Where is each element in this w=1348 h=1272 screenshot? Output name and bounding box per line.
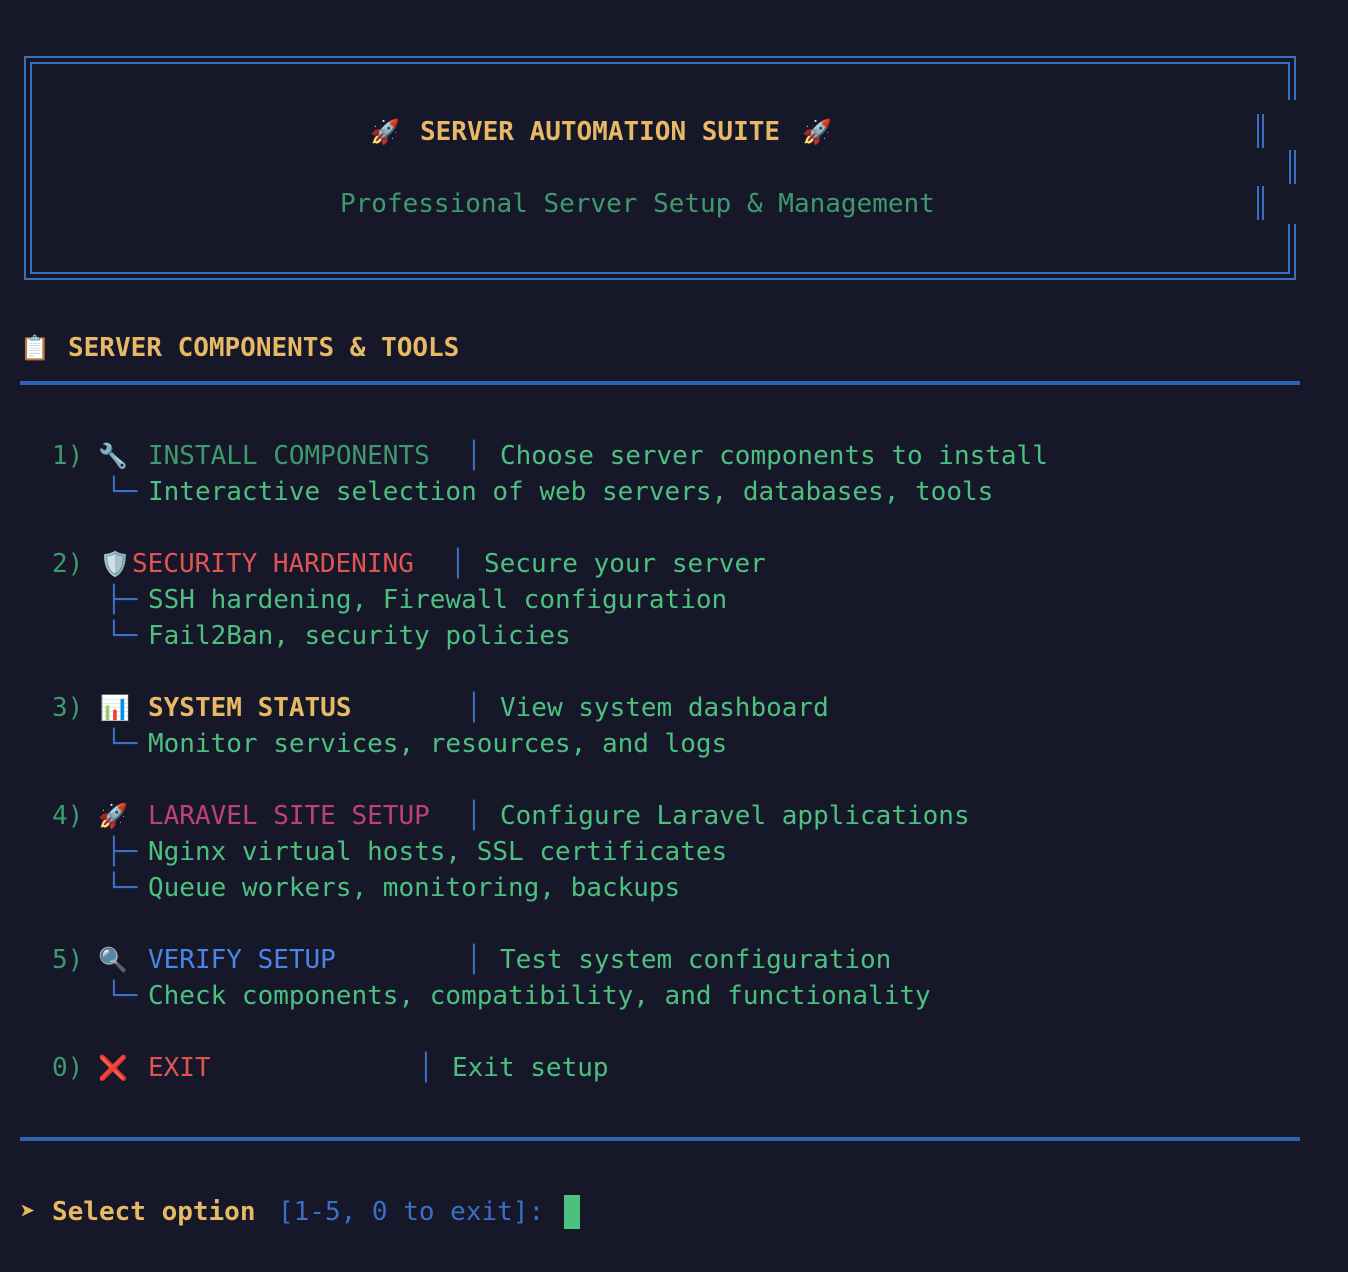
header-box-fragment (1257, 114, 1259, 148)
menu-detail-text: Check components, compatibility, and fun… (148, 981, 931, 1011)
app-title: SERVER AUTOMATION SUITE (420, 117, 781, 147)
tree-branch: └─ (106, 873, 138, 903)
prompt-label: Select option (52, 1197, 256, 1227)
menu-detail-text: Nginx virtual hosts, SSL certificates (148, 837, 728, 867)
header-box-fragment (1257, 186, 1259, 220)
rocket-icon: 🚀 (370, 118, 400, 146)
menu-description: Test system configuration (500, 945, 892, 975)
menu-detail: └─ Interactive selection of web servers,… (52, 474, 1252, 510)
menu-number: 4) (52, 801, 84, 831)
section-title: SERVER COMPONENTS & TOOLS (68, 333, 460, 363)
menu-item-laravel[interactable]: 4) 🚀 LARAVEL SITE SETUP │ Configure Lara… (52, 798, 1252, 834)
wrench-icon: 🔧 (98, 442, 128, 470)
tree-branch: ├─ (106, 837, 138, 867)
header-box-inner-border (30, 62, 1290, 274)
bar-chart-icon: 📊 (100, 694, 130, 722)
prompt-range: [1-5, 0 to exit]: (278, 1197, 545, 1227)
section-top-rule (20, 381, 1300, 385)
clipboard-icon: 📋 (20, 334, 50, 362)
section-heading: 📋 SERVER COMPONENTS & TOOLS (20, 330, 459, 366)
menu-separator: │ (466, 945, 482, 975)
shield-icon: 🛡️ (100, 550, 130, 578)
menu-detail: └─ Fail2Ban, security policies (52, 618, 1252, 654)
tree-branch: └─ (106, 981, 138, 1011)
header-box-fragment (1262, 114, 1264, 148)
cross-icon: ❌ (98, 1054, 128, 1082)
menu-item-label: LARAVEL SITE SETUP (148, 801, 430, 831)
menu-number: 3) (52, 693, 84, 723)
prompt-arrow-icon: ➤ (20, 1197, 36, 1227)
menu-item-label: SYSTEM STATUS (148, 693, 352, 723)
menu-item-install[interactable]: 1) 🔧 INSTALL COMPONENTS │ Choose server … (52, 438, 1252, 474)
menu-description: Exit setup (452, 1053, 609, 1083)
tree-branch: └─ (106, 621, 138, 651)
menu-description: Secure your server (484, 549, 766, 579)
menu-separator: │ (466, 693, 482, 723)
menu-number: 2) (52, 549, 84, 579)
menu-separator: │ (450, 549, 466, 579)
menu-detail: └─ Monitor services, resources, and logs (52, 726, 1252, 762)
menu-description: Choose server components to install (500, 441, 1048, 471)
menu-detail-text: Interactive selection of web servers, da… (148, 477, 994, 507)
menu-item-verify[interactable]: 5) 🔍 VERIFY SETUP │ Test system configur… (52, 942, 1252, 978)
magnifier-icon: 🔍 (98, 946, 128, 974)
header-box-fragment (1262, 186, 1264, 220)
menu-detail-text: Queue workers, monitoring, backups (148, 873, 681, 903)
menu-detail-text: Monitor services, resources, and logs (148, 729, 728, 759)
menu-item-security[interactable]: 2) 🛡️ SECURITY HARDENING │ Secure your s… (52, 546, 1252, 582)
menu-item-exit[interactable]: 0) ❌ EXIT │ Exit setup (52, 1050, 1252, 1086)
header-box-fragment (1289, 150, 1291, 184)
menu-separator: │ (466, 801, 482, 831)
menu-detail: └─ Queue workers, monitoring, backups (52, 870, 1252, 906)
rocket-icon: 🚀 (98, 802, 128, 830)
menu-number: 1) (52, 441, 84, 471)
menu-item-status[interactable]: 3) 📊 SYSTEM STATUS │ View system dashboa… (52, 690, 1252, 726)
input-cursor[interactable] (564, 1195, 580, 1229)
menu-detail: └─ Check components, compatibility, and … (52, 978, 1252, 1014)
tree-branch: ├─ (106, 585, 138, 615)
app-subtitle: Professional Server Setup & Management (340, 189, 935, 219)
menu-number: 0) (52, 1053, 84, 1083)
menu-description: View system dashboard (500, 693, 829, 723)
rocket-icon: 🚀 (802, 118, 832, 146)
section-bottom-rule (20, 1137, 1300, 1141)
menu-detail: ├─ Nginx virtual hosts, SSL certificates (52, 834, 1252, 870)
tree-branch: └─ (106, 477, 138, 507)
menu-description: Configure Laravel applications (500, 801, 970, 831)
tree-branch: └─ (106, 729, 138, 759)
menu-detail: ├─ SSH hardening, Firewall configuration (52, 582, 1252, 618)
menu-item-label: VERIFY SETUP (148, 945, 336, 975)
menu-separator: │ (466, 441, 482, 471)
menu-item-label: EXIT (148, 1053, 211, 1083)
header-title-line: 🚀 SERVER AUTOMATION SUITE 🚀 (370, 114, 832, 150)
menu-item-label: INSTALL COMPONENTS (148, 441, 430, 471)
menu-separator: │ (418, 1053, 434, 1083)
menu-detail-text: Fail2Ban, security policies (148, 621, 571, 651)
menu-detail-text: SSH hardening, Firewall configuration (148, 585, 728, 615)
prompt-line: ➤ Select option [1-5, 0 to exit]: (20, 1194, 580, 1230)
menu-item-label: SECURITY HARDENING (132, 549, 414, 579)
menu-number: 5) (52, 945, 84, 975)
header-box-fragment (1294, 150, 1296, 184)
